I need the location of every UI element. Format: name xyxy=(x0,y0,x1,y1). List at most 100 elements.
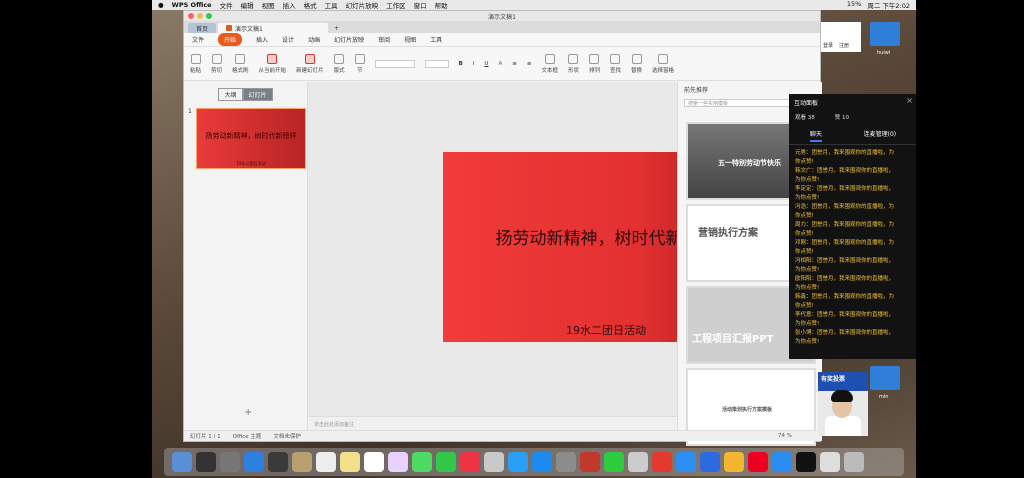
minimize-window-button[interactable] xyxy=(197,13,203,19)
viewer-count: 观看 38 xyxy=(795,115,815,121)
launchpad-icon[interactable] xyxy=(220,452,240,472)
close-icon[interactable]: × xyxy=(906,96,913,105)
dingtalk-icon[interactable] xyxy=(772,452,792,472)
desktop-folder-label: huiwi xyxy=(877,50,891,56)
font-size-select[interactable] xyxy=(424,59,449,68)
replace-button[interactable]: 替换 xyxy=(631,53,642,74)
menu-format[interactable]: 格式 xyxy=(304,0,317,10)
font-name-select[interactable] xyxy=(374,59,415,68)
thumb-subtitle: 19水二团日活动 xyxy=(236,161,266,166)
ribbon-file-menu[interactable]: 文件 xyxy=(192,35,204,44)
tab-chat[interactable]: 聊天 xyxy=(809,129,822,142)
facetime-icon[interactable] xyxy=(436,452,456,472)
wps-icon[interactable] xyxy=(748,452,768,472)
textbox-button[interactable]: 文本框 xyxy=(541,53,558,74)
menu-insert[interactable]: 插入 xyxy=(283,0,296,10)
play-from-current-button[interactable]: 从当前开始 xyxy=(259,53,286,74)
siri-icon[interactable] xyxy=(196,452,216,472)
menu-workspace[interactable]: 工作区 xyxy=(386,0,406,10)
protect-status[interactable]: 文档未保护 xyxy=(273,432,301,440)
appstore-icon[interactable] xyxy=(532,452,552,472)
trash-icon[interactable] xyxy=(844,452,864,472)
tab-slides[interactable]: 幻灯片 xyxy=(242,88,273,101)
contacts-icon[interactable] xyxy=(292,452,312,472)
autocad-icon[interactable] xyxy=(580,452,600,472)
ribbon-tab-start[interactable]: 开始 xyxy=(218,33,243,46)
menu-file[interactable]: 文件 xyxy=(220,0,233,10)
shapes-button[interactable]: 形状 xyxy=(568,53,579,74)
chrome-icon[interactable] xyxy=(724,452,744,472)
keynote-icon[interactable] xyxy=(508,452,528,472)
tab-outline[interactable]: 大纲 xyxy=(218,88,243,101)
tab-document[interactable]: 演示文稿1 xyxy=(218,23,329,33)
tab-mic-management[interactable]: 连麦管理(0) xyxy=(864,129,897,142)
folder-icon[interactable] xyxy=(870,22,900,46)
tab-document-label: 演示文稿1 xyxy=(235,25,263,33)
news-icon[interactable] xyxy=(460,452,480,472)
find-button[interactable]: 查找 xyxy=(610,53,621,74)
zoom-window-button[interactable] xyxy=(206,13,212,19)
cut-button[interactable]: 剪切 xyxy=(211,53,222,74)
pencil-icon[interactable] xyxy=(628,452,648,472)
folder-icon[interactable] xyxy=(870,366,900,390)
qq-icon[interactable] xyxy=(796,452,816,472)
slide-thumbnail[interactable]: 扬劳动新精神，树时代新榜样 19水二团日活动 xyxy=(196,108,306,169)
underline-icon[interactable]: U xyxy=(484,61,488,67)
ribbon-tab-tools[interactable]: 工具 xyxy=(430,35,442,44)
template-title: 营销执行方案 xyxy=(698,228,758,239)
new-tab-button[interactable]: + xyxy=(330,23,343,33)
section-button[interactable]: 节 xyxy=(354,53,365,74)
ribbon-tab-review[interactable]: 审阅 xyxy=(378,35,390,44)
menubar-clock[interactable]: 周二 下午2:02 xyxy=(867,0,910,10)
wechat-icon[interactable] xyxy=(604,452,624,472)
calendar-icon[interactable] xyxy=(316,452,336,472)
new-slide-button[interactable]: 新建幻灯片 xyxy=(296,53,324,74)
menu-view[interactable]: 视图 xyxy=(262,0,275,10)
ribbon-tab-view[interactable]: 视图 xyxy=(404,35,416,44)
ribbon-tab-insert[interactable]: 插入 xyxy=(256,35,268,44)
ribbon-tab-slideshow[interactable]: 幻灯片放映 xyxy=(334,35,364,44)
login-link[interactable]: 登录 xyxy=(823,42,833,52)
apple-icon[interactable]: ● xyxy=(158,1,164,9)
battery-percent[interactable]: 15% xyxy=(847,0,861,10)
menu-tools[interactable]: 工具 xyxy=(325,0,338,10)
finder-icon[interactable] xyxy=(172,452,192,472)
video-icon[interactable] xyxy=(676,452,696,472)
menubar-app-name[interactable]: WPS Office xyxy=(172,1,212,9)
zoom-level[interactable]: 74 % xyxy=(778,433,822,439)
mac-menubar: ● WPS Office 文件 编辑 视图 插入 格式 工具 幻灯片放映 工作区… xyxy=(152,0,916,10)
numbers-icon[interactable] xyxy=(484,452,504,472)
paste-button[interactable]: 粘贴 xyxy=(190,53,201,74)
netease-music-icon[interactable] xyxy=(652,452,672,472)
menu-window[interactable]: 窗口 xyxy=(414,0,427,10)
photos-icon[interactable] xyxy=(388,452,408,472)
align-center-icon[interactable]: ≡ xyxy=(527,61,532,67)
mail-icon[interactable] xyxy=(268,452,288,472)
preview-icon[interactable] xyxy=(820,452,840,472)
add-slide-button[interactable]: + xyxy=(244,407,252,418)
layout-button[interactable]: 版式 xyxy=(334,53,345,74)
safari-icon[interactable] xyxy=(244,452,264,472)
menu-edit[interactable]: 编辑 xyxy=(241,0,254,10)
messages-icon[interactable] xyxy=(412,452,432,472)
notes-icon[interactable] xyxy=(340,452,360,472)
bold-icon[interactable]: B xyxy=(459,61,463,67)
reminders-icon[interactable] xyxy=(364,452,384,472)
menu-help[interactable]: 帮助 xyxy=(435,0,448,10)
settings-icon[interactable] xyxy=(556,452,576,472)
theme-name[interactable]: Office 主题 xyxy=(233,432,262,440)
close-window-button[interactable] xyxy=(188,13,194,19)
ribbon-tab-design[interactable]: 设计 xyxy=(282,35,294,44)
register-link[interactable]: 注册 xyxy=(839,42,849,52)
italic-icon[interactable]: I xyxy=(473,61,475,67)
align-left-icon[interactable]: ≡ xyxy=(512,61,517,67)
tab-home[interactable]: 首页 xyxy=(188,23,217,33)
ribbon-tab-animation[interactable]: 动画 xyxy=(308,35,320,44)
selection-pane-button[interactable]: 选择窗格 xyxy=(652,53,674,74)
word-icon[interactable] xyxy=(700,452,720,472)
font-color-icon[interactable]: A xyxy=(498,61,502,67)
arrange-button[interactable]: 排列 xyxy=(589,53,600,74)
menu-slideshow[interactable]: 幻灯片放映 xyxy=(346,0,379,10)
chat-message-list[interactable]: 元男：团誉月，我来围观你的直播啦，为 你点赞! 韩文广：团誉月，我来围观你的直播… xyxy=(789,145,916,351)
format-painter-button[interactable]: 格式刷 xyxy=(232,53,249,74)
